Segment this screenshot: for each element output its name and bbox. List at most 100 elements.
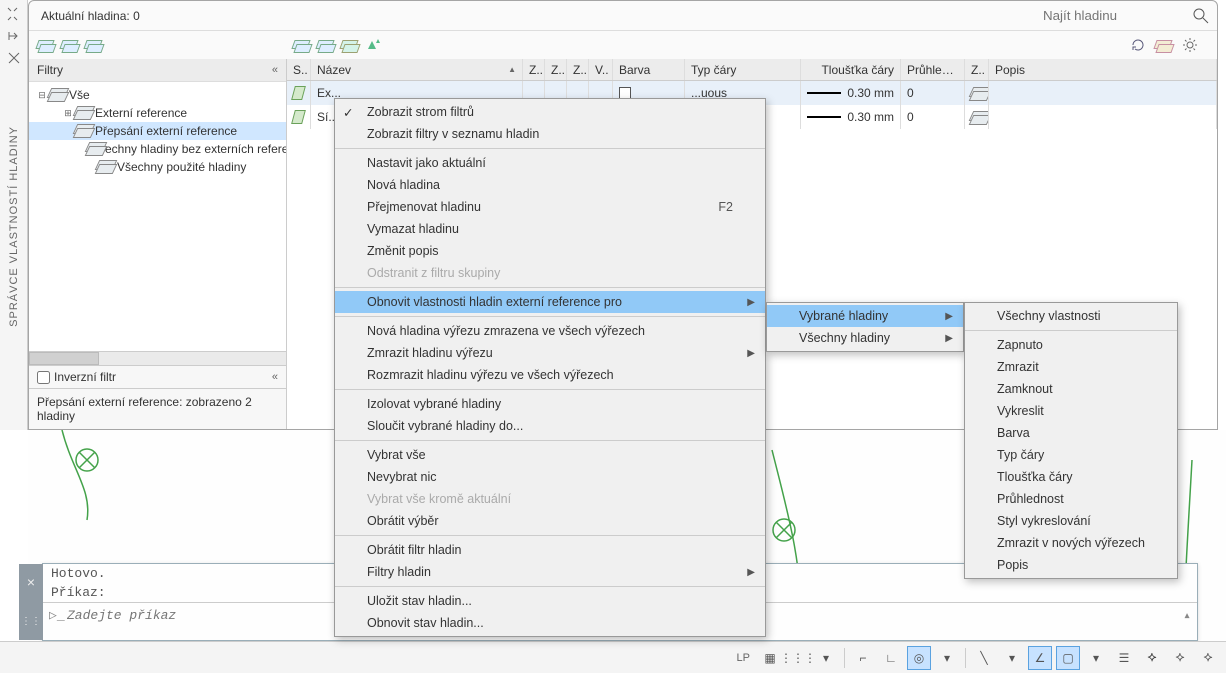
dropdown-icon[interactable]: ▾: [1084, 646, 1108, 670]
context-menu-sub1[interactable]: Vybrané hladiny▶Všechny hladiny▶: [766, 302, 964, 352]
osnap-icon[interactable]: ◎: [907, 646, 931, 670]
new-group-icon[interactable]: [61, 36, 79, 54]
menu-item[interactable]: Vybrat vše: [335, 444, 765, 466]
polar-icon[interactable]: ∟: [879, 646, 903, 670]
arrow-icon[interactable]: [6, 28, 22, 44]
col-transparency[interactable]: Průhle…: [901, 59, 965, 80]
menu-item[interactable]: Styl vykreslování: [965, 510, 1177, 532]
tree-item-xref-override[interactable]: Přepsání externí reference: [29, 122, 286, 140]
col-linetype[interactable]: Typ čáry: [685, 59, 801, 80]
newvp-icon[interactable]: [971, 111, 982, 123]
layer-status-icon: [293, 86, 304, 100]
menu-item[interactable]: Izolovat vybrané hladiny: [335, 393, 765, 415]
new-layer-icon[interactable]: [293, 36, 311, 54]
dropdown-icon[interactable]: ▾: [935, 646, 959, 670]
menu-item[interactable]: Vykreslit: [965, 400, 1177, 422]
menu-item[interactable]: Nastavit jako aktuální: [335, 152, 765, 174]
col-lineweight[interactable]: Tloušťka čáry: [801, 59, 901, 80]
menu-item[interactable]: Zobrazit filtry v seznamu hladin: [335, 123, 765, 145]
collapse-invert-icon[interactable]: «: [272, 371, 278, 383]
menu-item[interactable]: Vybrané hladiny▶: [767, 305, 963, 327]
cmd-close-icon[interactable]: ×: [27, 576, 35, 592]
filters-pane: Filtry « ⊟Vše ⊞Externí reference Přepsán…: [29, 59, 287, 429]
dyn-input-icon[interactable]: ∠: [1028, 646, 1052, 670]
menu-item[interactable]: Změnit popis: [335, 240, 765, 262]
tree-item-all[interactable]: ⊟Vše: [29, 86, 286, 104]
search-icon[interactable]: [1193, 8, 1209, 24]
new-filter-icon[interactable]: [37, 36, 55, 54]
menu-item[interactable]: Typ čáry: [965, 444, 1177, 466]
newvp-icon[interactable]: [971, 87, 982, 99]
menu-item[interactable]: Barva: [965, 422, 1177, 444]
tree-item-xref[interactable]: ⊞Externí reference: [29, 104, 286, 122]
col-color[interactable]: Barva: [613, 59, 685, 80]
menu-item[interactable]: Nevybrat nic: [335, 466, 765, 488]
grid-header[interactable]: S.. Název▲ Z.. Z.. Z.. V.. Barva Typ čár…: [287, 59, 1217, 81]
pin-icon[interactable]: [6, 6, 22, 22]
col-plot[interactable]: V..: [589, 59, 613, 80]
tree-item-no-xref[interactable]: Všechny hladiny bez externích referencí: [29, 140, 286, 158]
ortho-icon[interactable]: ⌐: [851, 646, 875, 670]
menu-item[interactable]: ✓Zobrazit strom filtrů: [335, 101, 765, 123]
menu-item[interactable]: Obrátit filtr hladin: [335, 539, 765, 561]
invert-filter-checkbox[interactable]: [37, 371, 50, 384]
panel-title-vertical: SPRÁVCE VLASTNOSTÍ HLADINY: [8, 126, 20, 327]
menu-item[interactable]: Uložit stav hladin...: [335, 590, 765, 612]
snap-icon[interactable]: ⋮⋮⋮: [786, 646, 810, 670]
sb-lp[interactable]: LP: [733, 652, 754, 664]
filter-tree[interactable]: ⊟Vše ⊞Externí reference Přepsání externí…: [29, 82, 286, 351]
collapse-filters-icon[interactable]: «: [272, 64, 278, 76]
menu-item[interactable]: Popis: [965, 554, 1177, 576]
cmd-handle-icon[interactable]: ⋮⋮: [21, 616, 41, 628]
menu-item[interactable]: Obnovit vlastnosti hladin externí refere…: [335, 291, 765, 313]
new-layer-frozen-icon[interactable]: [317, 36, 335, 54]
menu-item[interactable]: Filtry hladin▶: [335, 561, 765, 583]
menu-item[interactable]: Nová hladina: [335, 174, 765, 196]
refresh-icon[interactable]: [1129, 36, 1147, 54]
iso3-icon[interactable]: ⯎: [1196, 646, 1220, 670]
set-current-icon[interactable]: [365, 36, 383, 54]
col-description[interactable]: Popis: [989, 59, 1217, 80]
col-status[interactable]: S..: [287, 59, 311, 80]
tree-item-used[interactable]: Všechny použité hladiny: [29, 158, 286, 176]
menu-item[interactable]: Vymazat hladinu: [335, 218, 765, 240]
menu-item[interactable]: Nová hladina výřezu zmrazena ve všech vý…: [335, 320, 765, 342]
delete-layer-icon[interactable]: [341, 36, 359, 54]
col-freeze[interactable]: Z..: [545, 59, 567, 80]
menu-item[interactable]: Zmrazit hladinu výřezu▶: [335, 342, 765, 364]
menu-item[interactable]: Rozmrazit hladinu výřezu ve všech výřeze…: [335, 364, 765, 386]
menu-item[interactable]: Sloučit vybrané hladiny do...: [335, 415, 765, 437]
find-layer-input[interactable]: [1039, 4, 1189, 27]
menu-item[interactable]: Zmrazit: [965, 356, 1177, 378]
menu-item[interactable]: Obrátit výběr: [335, 510, 765, 532]
col-on[interactable]: Z..: [523, 59, 545, 80]
context-menu-sub2[interactable]: Všechny vlastnosti ZapnutoZmrazitZamknout…: [964, 302, 1178, 579]
menu-item[interactable]: Obnovit stav hladin...: [335, 612, 765, 634]
grid-icon[interactable]: ▦: [758, 646, 782, 670]
menu-item[interactable]: Zmrazit v nových výřezech: [965, 532, 1177, 554]
menu-item[interactable]: Zamknout: [965, 378, 1177, 400]
otrack-icon[interactable]: ╲: [972, 646, 996, 670]
menu-item[interactable]: Přejmenovat hladinuF2: [335, 196, 765, 218]
iso-icon[interactable]: ⯎: [1140, 646, 1164, 670]
dropdown-icon[interactable]: ▾: [814, 646, 838, 670]
filter-hscroll[interactable]: [29, 351, 286, 365]
dropdown-icon[interactable]: ▾: [1000, 646, 1024, 670]
lwt-icon[interactable]: ▢: [1056, 646, 1080, 670]
context-menu-main[interactable]: ✓Zobrazit strom filtrůZobrazit filtry v …: [334, 98, 766, 637]
col-lock[interactable]: Z..: [567, 59, 589, 80]
toggle-override-icon[interactable]: [1155, 36, 1173, 54]
states-icon[interactable]: [85, 36, 103, 54]
menu-item[interactable]: Zapnuto: [965, 334, 1177, 356]
col-name[interactable]: Název▲: [311, 59, 523, 80]
menu-icon[interactable]: ☰: [1112, 646, 1136, 670]
menu-item[interactable]: Všechny hladiny▶: [767, 327, 963, 349]
settings-icon[interactable]: [1181, 36, 1199, 54]
close-icon[interactable]: [6, 50, 22, 66]
menu-item[interactable]: Průhlednost: [965, 488, 1177, 510]
col-newvp[interactable]: Z..: [965, 59, 989, 80]
menu-item[interactable]: Všechny vlastnosti: [965, 305, 1177, 327]
cmd-dropdown-icon[interactable]: ▴: [1183, 608, 1191, 623]
menu-item[interactable]: Tloušťka čáry: [965, 466, 1177, 488]
iso2-icon[interactable]: ⯎: [1168, 646, 1192, 670]
